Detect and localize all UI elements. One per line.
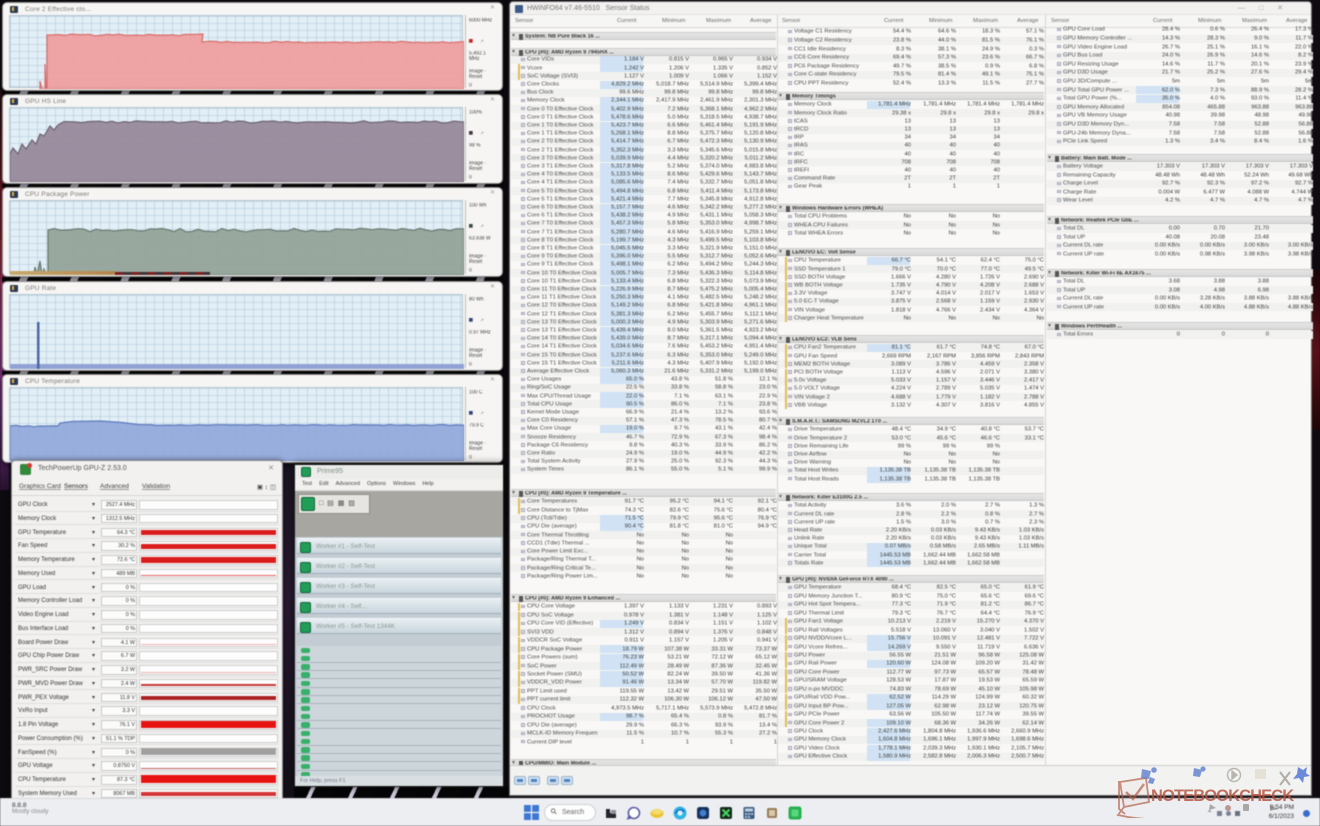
svg-text:NOTEBOOKCHECK: NOTEBOOKCHECK: [1151, 787, 1294, 805]
